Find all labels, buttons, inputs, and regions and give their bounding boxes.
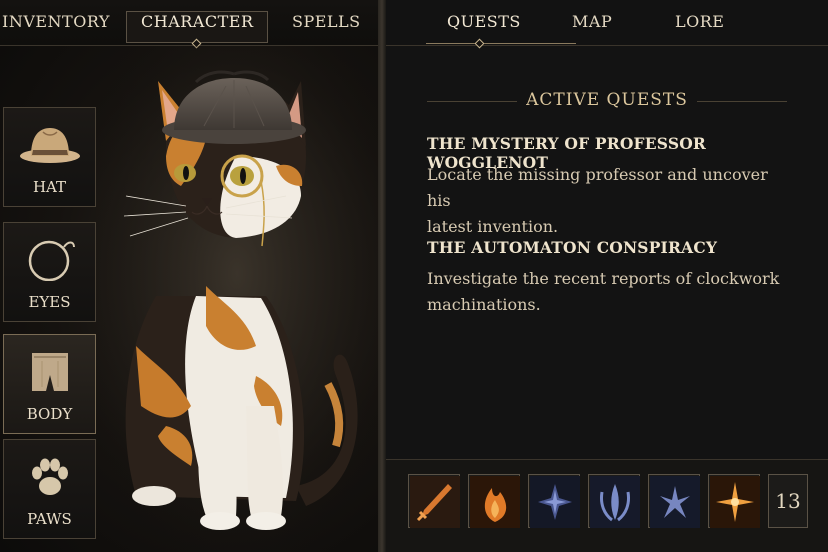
quest-title[interactable]: THE AUTOMATON CONSPIRACY — [427, 238, 717, 257]
tab-quests[interactable]: QUESTS — [447, 12, 521, 31]
hotbar-slot-sparkle-star[interactable] — [708, 474, 760, 528]
hotbar-slot-shuriken[interactable] — [648, 474, 700, 528]
quest-description-line: machinations. — [427, 295, 541, 314]
slot-body-label: BODY — [26, 405, 73, 423]
right-tab-bar: QUESTS MAP LORE — [386, 0, 828, 49]
active-quests-heading: ACTIVE QUESTS — [526, 90, 688, 110]
tab-character[interactable]: CHARACTER — [141, 12, 254, 31]
paw-icon — [31, 458, 68, 495]
slot-hat-label: HAT — [32, 178, 67, 196]
monocle-icon — [28, 240, 75, 281]
dagger-icon — [410, 476, 460, 528]
left-tab-bar: INVENTORY CHARACTER SPELLS — [0, 0, 378, 49]
active-tab-underline — [426, 43, 576, 44]
hotbar-slot-compass-star[interactable] — [528, 474, 580, 528]
tab-map[interactable]: MAP — [572, 12, 612, 31]
journal-panel: QUESTS MAP LORE ACTIVE QUESTS THE MYSTER… — [386, 0, 828, 552]
slot-eyes-label: EYES — [28, 293, 71, 311]
item-count: 13 — [775, 489, 801, 513]
character-portrait — [96, 46, 378, 552]
slot-eyes[interactable]: EYES — [3, 222, 96, 322]
slot-hat[interactable]: HAT — [3, 107, 96, 207]
slot-body[interactable]: BODY — [3, 334, 96, 434]
tab-spells[interactable]: SPELLS — [292, 12, 361, 31]
quest-description: Locate the missing professor and uncover… — [427, 162, 787, 240]
tab-lore[interactable]: LORE — [675, 12, 724, 31]
active-tab-indicator-icon — [474, 38, 485, 49]
quest-description-line: Investigate the recent reports of clockw… — [427, 269, 780, 288]
trident-rune-icon — [590, 476, 640, 528]
character-panel: INVENTORY CHARACTER SPELLS HAT EYES BODY… — [0, 0, 378, 552]
panel-divider — [378, 0, 386, 552]
quest-description-line: latest invention. — [427, 217, 559, 236]
flame-icon — [470, 476, 520, 528]
shuriken-icon — [650, 476, 700, 528]
ability-hotbar: 13 — [386, 459, 828, 552]
vest-icon — [31, 353, 68, 391]
slot-paws[interactable]: PAWS — [3, 439, 96, 539]
hotbar-slot-count[interactable]: 13 — [768, 474, 808, 528]
slot-paws-label: PAWS — [27, 510, 72, 528]
hat-icon — [19, 128, 80, 163]
quest-description-line: Locate the missing professor and uncover… — [427, 165, 768, 210]
sparkle-star-icon — [710, 476, 760, 528]
hotbar-slot-trident-rune[interactable] — [588, 474, 640, 528]
hotbar-slot-dagger[interactable] — [408, 474, 460, 528]
hotbar-slot-flame[interactable] — [468, 474, 520, 528]
tab-inventory[interactable]: INVENTORY — [2, 12, 110, 31]
quest-description: Investigate the recent reports of clockw… — [427, 266, 787, 318]
compass-star-icon — [530, 476, 580, 528]
